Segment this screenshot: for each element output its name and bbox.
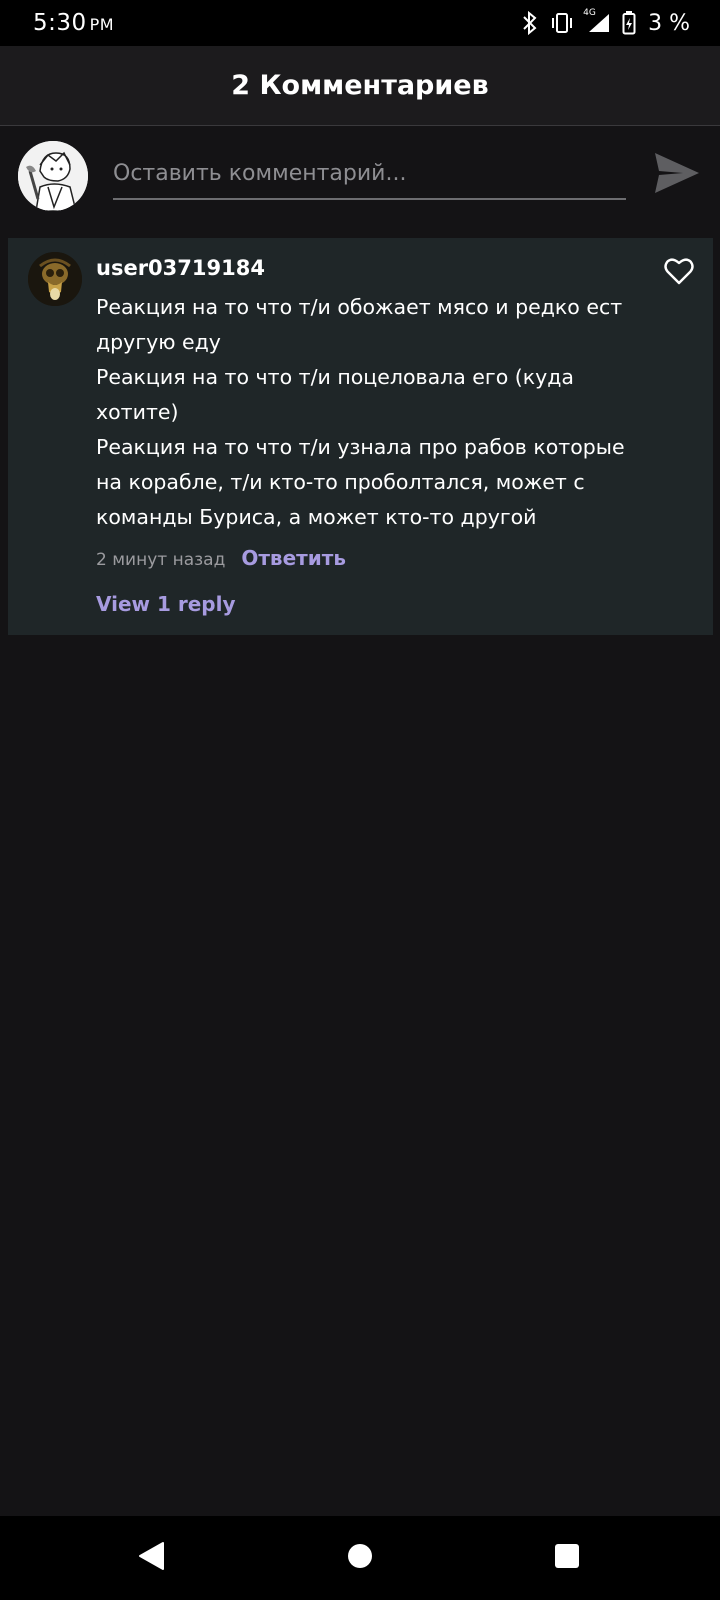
send-icon <box>653 151 701 199</box>
avatar[interactable] <box>18 141 88 211</box>
comment-timestamp: 2 минут назад <box>96 550 226 570</box>
bluetooth-icon <box>521 11 539 35</box>
commenter-avatar[interactable] <box>28 252 82 306</box>
like-button[interactable] <box>662 256 696 290</box>
page-title: 2 Комментариев <box>231 70 489 101</box>
comment-input[interactable] <box>113 149 626 200</box>
nav-home-button[interactable] <box>338 1536 382 1580</box>
nav-recents-icon <box>554 1543 580 1573</box>
vibrate-icon <box>550 12 574 34</box>
system-nav-bar <box>0 1516 720 1600</box>
view-replies-link[interactable]: View 1 reply <box>96 592 236 616</box>
status-icons: 4G 3 % <box>521 8 690 36</box>
nav-recents-button[interactable] <box>545 1536 589 1580</box>
status-time-value: 5:30 <box>33 10 87 36</box>
nav-home-icon <box>346 1542 374 1574</box>
nav-back-icon <box>137 1541 165 1575</box>
comment-meta: 2 минут назад Ответить <box>96 546 346 570</box>
signal-icon: 4G <box>583 8 611 34</box>
heart-outline-icon <box>664 257 694 289</box>
battery-charging-icon <box>622 11 636 35</box>
comments-header: 2 Комментариев <box>0 46 720 126</box>
nav-back-button[interactable] <box>129 1536 173 1580</box>
comment-username[interactable]: user03719184 <box>96 256 265 280</box>
status-time-ampm: PM <box>89 15 115 34</box>
compose-row <box>0 127 720 233</box>
comment-text: Реакция на то что т/и обожает мясо и ред… <box>96 295 625 529</box>
send-button[interactable] <box>651 149 703 201</box>
status-bar: 5:30 PM 4G 3 % <box>0 0 720 46</box>
status-time: 5:30 PM <box>33 10 114 36</box>
network-type-label: 4G <box>583 8 596 18</box>
battery-percentage: 3 % <box>648 10 690 36</box>
comment-item: user03719184 Реакция на то что т/и обожа… <box>8 238 713 635</box>
reply-button[interactable]: Ответить <box>241 546 346 570</box>
